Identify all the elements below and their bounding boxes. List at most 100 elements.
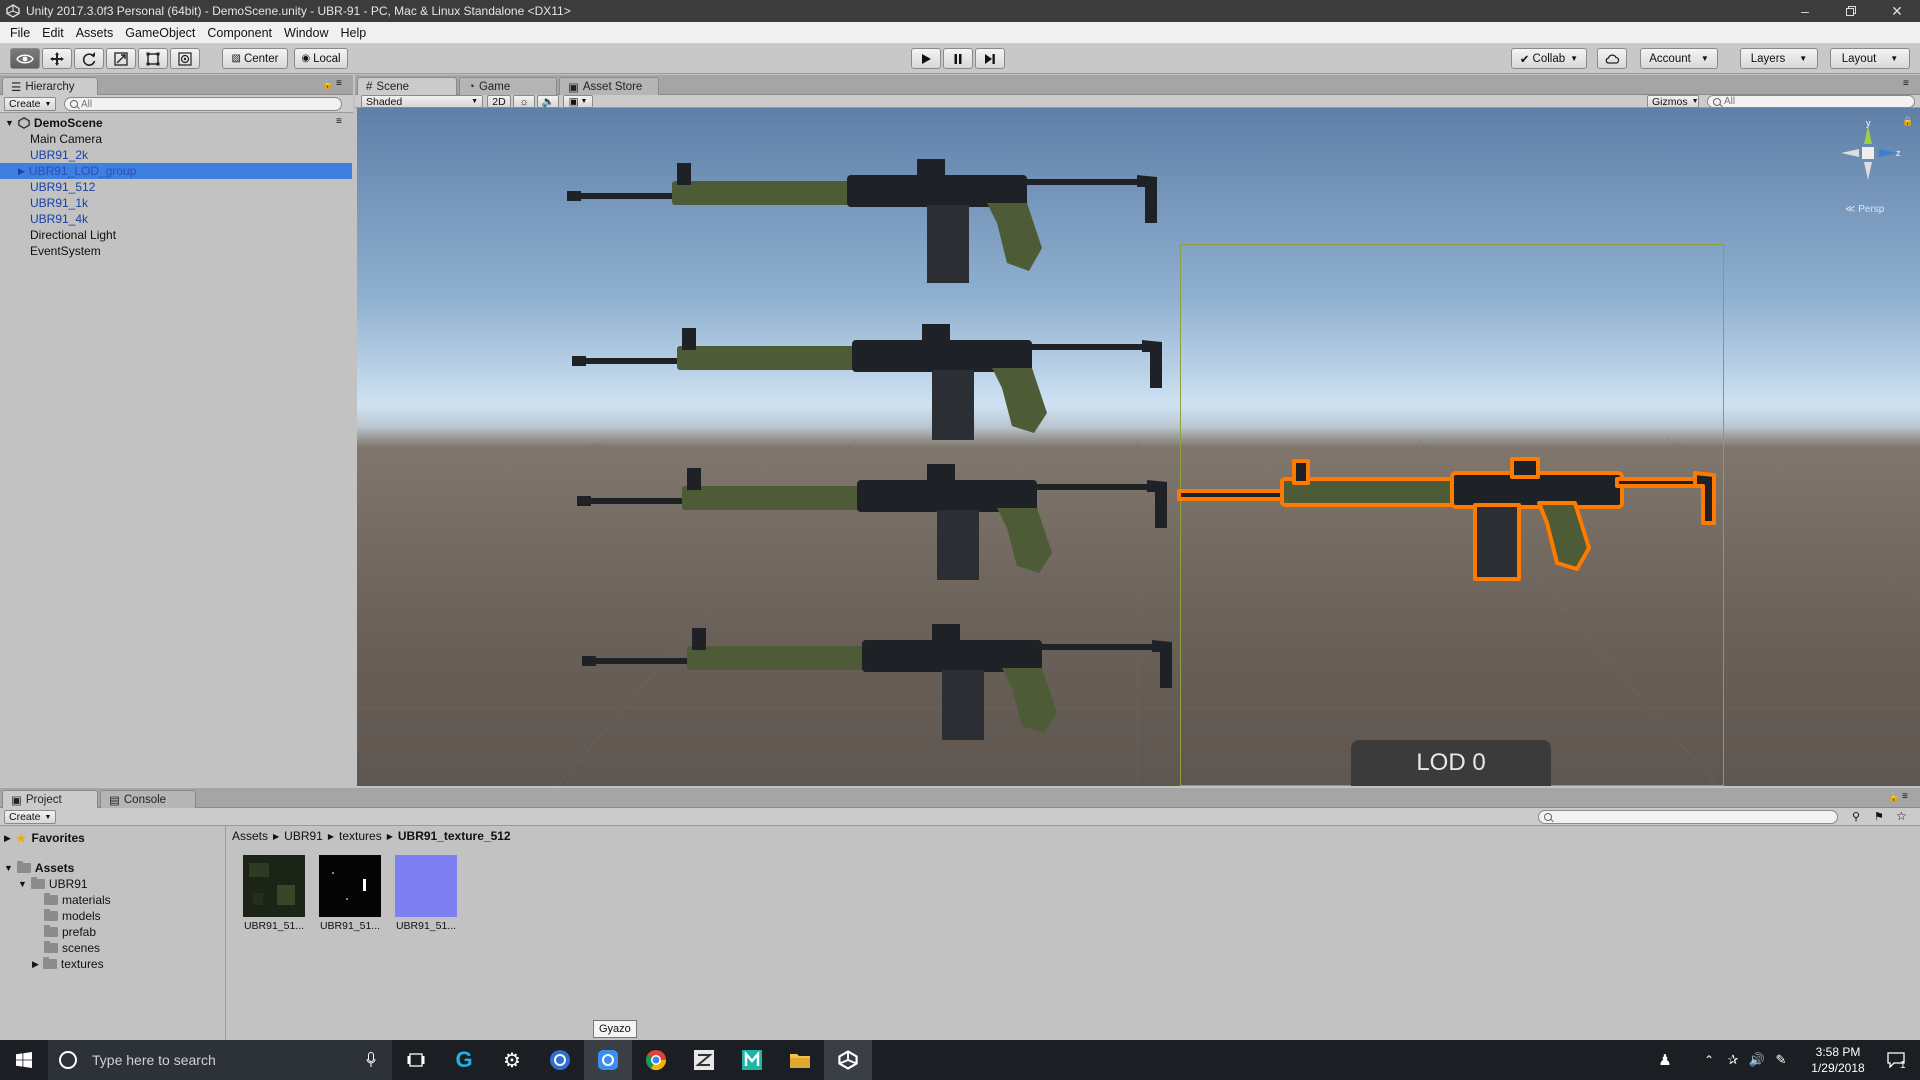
favorites-row[interactable]: ▶ ★ Favorites [4,830,85,846]
rifle-model-2[interactable] [572,318,1172,448]
tab-game[interactable]: ◔ Game [459,77,557,95]
project-search-input[interactable] [1538,810,1838,824]
menu-edit[interactable]: Edit [36,26,70,40]
folder-textures[interactable]: ▶ textures [32,956,104,972]
pen-workspace-button[interactable]: ✎ [1769,1040,1793,1080]
expand-arrow-icon[interactable]: ▶ [32,959,39,970]
tab-console[interactable]: ▤ Console [100,790,196,808]
scene-viewport[interactable]: LOD 0 y z ≪ Persp 🔒 [357,108,1920,786]
folder-materials[interactable]: materials [44,892,111,908]
asset-thumbnail-1[interactable] [243,855,305,917]
persp-label[interactable]: ≪ Persp [1845,204,1884,215]
step-button[interactable] [975,48,1005,69]
scene-search-input[interactable]: All [1707,95,1915,108]
folder-prefab[interactable]: prefab [44,924,96,940]
minimize-button[interactable]: – [1782,0,1828,22]
rifle-model-3[interactable] [577,458,1177,588]
move-tool-button[interactable] [42,48,72,69]
expand-arrow-icon[interactable]: ▼ [18,879,27,889]
panel-menu-icon[interactable]: ≡ [1902,791,1908,802]
rifle-model-1[interactable] [567,153,1167,283]
view-tool-button[interactable] [10,48,40,69]
taskbar-app-chrome[interactable] [632,1040,680,1080]
microphone-icon[interactable] [366,1052,376,1068]
play-button[interactable] [911,48,941,69]
favorite-star-icon[interactable]: ☆ [1896,809,1907,823]
hierarchy-create-button[interactable]: Create ▼ [4,97,56,111]
breadcrumb-item[interactable]: Assets [232,829,268,843]
assets-root-row[interactable]: ▼ Assets [4,860,74,876]
pivot-center-button[interactable]: ▧ Center [222,48,288,69]
rifle-model-4[interactable] [582,618,1182,748]
taskbar-clock[interactable]: 3:58 PM 1/29/2018 [1798,1044,1878,1076]
orientation-gizmo[interactable]: y z [1833,120,1903,200]
tab-asset-store[interactable]: ▣ Asset Store [559,77,659,95]
taskbar-app-settings[interactable]: ⚙ [488,1040,536,1080]
hierarchy-item-ubr91-1k[interactable]: UBR91_1k [0,195,352,211]
collab-button[interactable]: ✔ Collab ▼ [1511,48,1587,69]
hierarchy-item-ubr91-lod-group[interactable]: ▶ UBR91_LOD_group [0,163,352,179]
expand-arrow-icon[interactable]: ▼ [4,863,13,873]
filter-by-type-icon[interactable]: ⚲ [1852,810,1860,823]
panel-menu-icon[interactable]: ≡ [336,78,342,89]
rect-tool-button[interactable] [138,48,168,69]
tab-project[interactable]: ▣ Project [2,790,98,808]
menu-help[interactable]: Help [334,26,372,40]
lock-icon[interactable]: 🔒 [1902,116,1913,127]
menu-file[interactable]: File [4,26,36,40]
taskbar-app-explorer[interactable] [776,1040,824,1080]
scene-root-row[interactable]: ▼ DemoScene ≡ [0,115,353,131]
action-center-button[interactable]: 1 [1872,1040,1920,1080]
asset-thumbnail-2[interactable] [319,855,381,917]
account-button[interactable]: Account ▼ [1640,48,1718,69]
expand-arrow-icon[interactable]: ▶ [18,166,25,177]
restore-button[interactable] [1828,0,1874,22]
layers-dropdown[interactable]: Layers ▼ [1740,48,1818,69]
menu-assets[interactable]: Assets [70,26,120,40]
selected-rifle-lod0[interactable] [1177,453,1722,583]
filter-by-label-icon[interactable]: ⚑ [1874,810,1884,823]
scale-tool-button[interactable] [106,48,136,69]
folder-ubr91[interactable]: ▼ UBR91 [18,876,88,892]
scene-audio-toggle[interactable]: 🔈 [537,95,559,108]
breadcrumb-current[interactable]: UBR91_texture_512 [398,829,511,843]
pause-button[interactable] [943,48,973,69]
taskbar-app-unity[interactable] [824,1040,872,1080]
cloud-button[interactable] [1597,48,1627,69]
volume-button[interactable]: 🔊 [1745,1040,1769,1080]
tab-hierarchy[interactable]: ☰ Hierarchy [2,77,98,95]
breadcrumb-item[interactable]: textures [339,829,382,843]
hierarchy-item-directional-light[interactable]: Directional Light [0,227,352,243]
taskbar-app-gyazo[interactable] [584,1040,632,1080]
task-view-button[interactable] [392,1040,440,1080]
taskbar-search-box[interactable]: Type here to search [48,1040,392,1080]
taskbar-app-steam[interactable] [536,1040,584,1080]
close-button[interactable]: ✕ [1874,0,1920,22]
start-button[interactable] [0,1040,48,1080]
hierarchy-item-main-camera[interactable]: Main Camera [0,131,352,147]
mode-2d-toggle[interactable]: 2D [487,95,511,108]
people-button[interactable]: ♟ [1650,1040,1680,1080]
pivot-local-button[interactable]: ◉ Local [294,48,348,69]
gizmos-dropdown[interactable]: Gizmos ▼ [1647,95,1699,108]
breadcrumb-item[interactable]: UBR91 [284,829,323,843]
menu-gameobject[interactable]: GameObject [119,26,201,40]
asset-thumbnail-3[interactable] [395,855,457,917]
transform-tool-button[interactable] [170,48,200,69]
network-button[interactable]: ✰ [1721,1040,1745,1080]
menu-component[interactable]: Component [201,26,278,40]
taskbar-app-zbrush[interactable] [680,1040,728,1080]
project-create-button[interactable]: Create ▼ [4,810,56,824]
scene-effects-dropdown[interactable]: ▣ ▼ [563,95,593,108]
tab-scene[interactable]: # Scene [357,77,457,95]
hierarchy-item-eventsystem[interactable]: EventSystem [0,243,352,259]
expand-arrow-icon[interactable]: ▶ [4,833,11,844]
hierarchy-item-ubr91-4k[interactable]: UBR91_4k [0,211,352,227]
taskbar-app-logitech[interactable]: G [440,1040,488,1080]
lock-icon[interactable]: 🔒 [1888,792,1899,803]
folder-scenes[interactable]: scenes [44,940,100,956]
hierarchy-search-input[interactable]: All [64,97,342,111]
scene-menu-icon[interactable]: ≡ [336,116,342,127]
hierarchy-item-ubr91-2k[interactable]: UBR91_2k [0,147,352,163]
menu-window[interactable]: Window [278,26,334,40]
